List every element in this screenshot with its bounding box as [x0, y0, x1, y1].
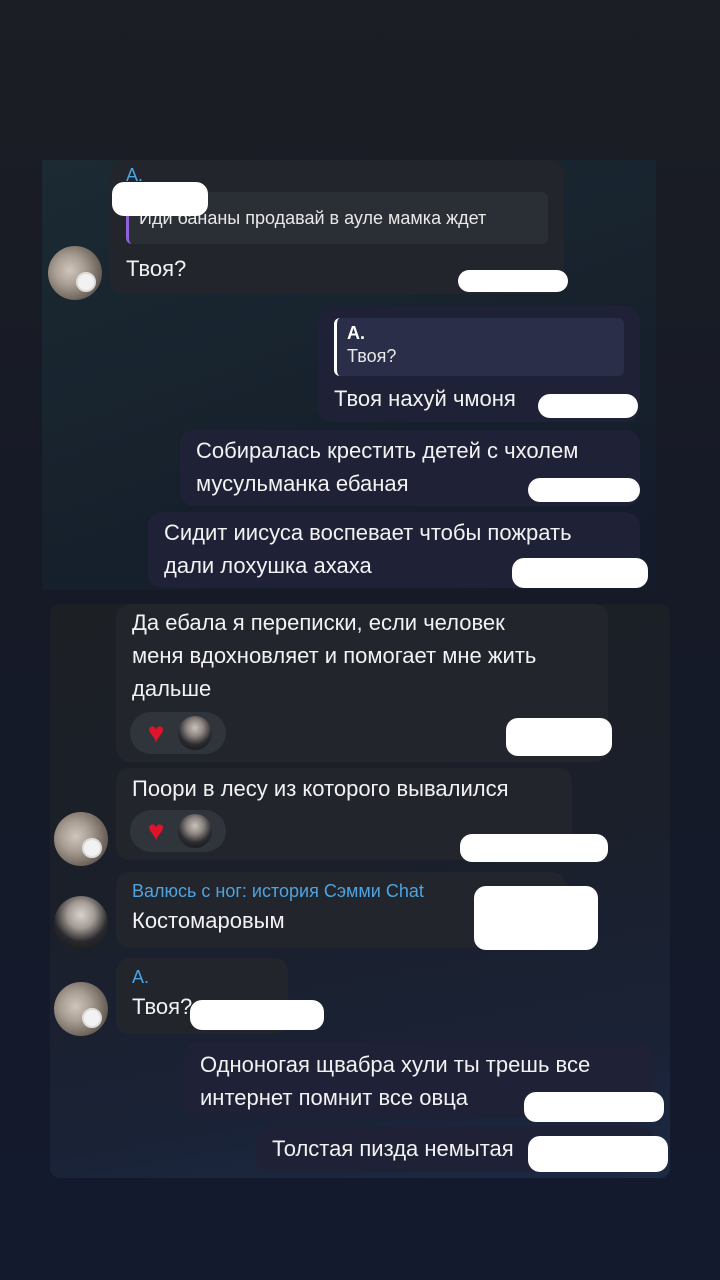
- chat-panel-bottom: Да ебала я переписки, если человек меня …: [50, 604, 670, 1178]
- avatar[interactable]: [54, 982, 108, 1036]
- avatar-badge-icon: [82, 1008, 102, 1028]
- avatar[interactable]: [54, 812, 108, 866]
- sender-name[interactable]: А.: [132, 966, 272, 988]
- reactions-bar[interactable]: ♥: [130, 712, 226, 754]
- avatar[interactable]: [48, 246, 102, 300]
- redaction-scribble: [524, 1092, 664, 1122]
- heart-icon: ♥: [147, 717, 165, 748]
- redaction-scribble: [112, 182, 208, 216]
- redaction-scribble: [538, 394, 638, 418]
- redaction-scribble: [512, 558, 648, 588]
- redaction-scribble: [190, 1000, 324, 1030]
- redaction-scribble: [528, 478, 640, 502]
- redaction-scribble: [506, 718, 612, 756]
- redaction-scribble: [458, 270, 568, 292]
- message-text: Поори в лесу из которого вывалился: [132, 776, 509, 801]
- redaction-scribble: [474, 886, 598, 950]
- reaction-avatar: [178, 814, 212, 848]
- reply-quote[interactable]: А. Твоя?: [334, 318, 624, 376]
- avatar-badge-icon: [76, 272, 96, 292]
- reply-text: Твоя?: [347, 346, 397, 366]
- message-text: Да ебала я переписки, если человек меня …: [132, 610, 537, 701]
- chat-panel-top: А. Иди бананы продавай в ауле мамка ждет…: [42, 160, 656, 590]
- reactions-bar[interactable]: ♥: [130, 810, 226, 852]
- avatar-badge-icon: [82, 838, 102, 858]
- heart-icon: ♥: [147, 815, 165, 846]
- reaction-avatar: [178, 716, 212, 750]
- reply-name: А.: [347, 323, 365, 343]
- redaction-scribble: [460, 834, 608, 862]
- avatar[interactable]: [54, 896, 108, 950]
- redaction-scribble: [528, 1136, 668, 1172]
